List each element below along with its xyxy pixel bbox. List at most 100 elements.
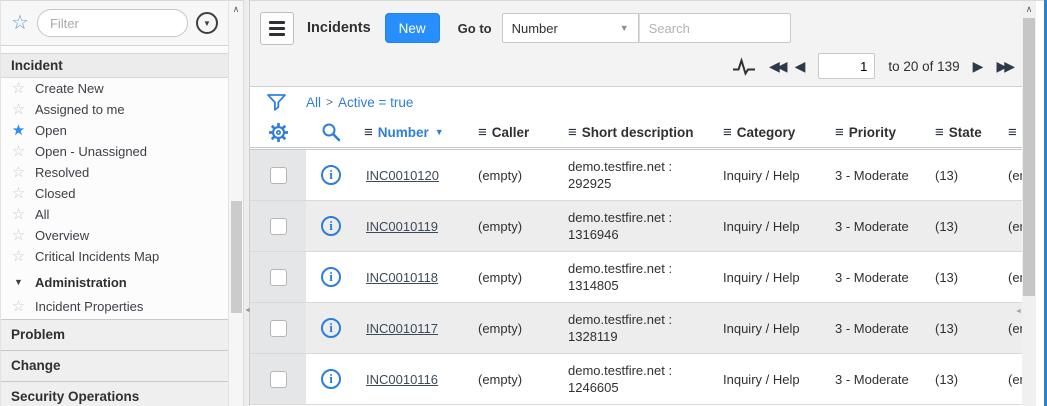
next-page-button[interactable]: ▶ bbox=[973, 59, 984, 73]
navigator-header: ☆ ▼ bbox=[1, 1, 228, 46]
incident-number-link[interactable]: INC0010118 bbox=[366, 270, 438, 285]
sort-descending-icon: ▼ bbox=[435, 127, 444, 137]
sidebar-item-all[interactable]: ☆ All bbox=[1, 204, 228, 225]
table-row: i INC0010116 (empty) demo.testfire.net :… bbox=[250, 354, 1022, 405]
record-preview-info-icon[interactable]: i bbox=[321, 369, 341, 389]
row-checkbox[interactable] bbox=[270, 218, 287, 235]
scroll-up-icon[interactable]: ∧ bbox=[229, 4, 243, 15]
sidebar-scrollbar-thumb[interactable] bbox=[231, 201, 242, 313]
row-checkbox[interactable] bbox=[270, 167, 287, 184]
filter-funnel-icon[interactable] bbox=[266, 93, 287, 112]
list-toolbar: Incidents New Go to Number ▼ ◀◀ ◀ to 20 … bbox=[250, 0, 1022, 87]
star-icon[interactable]: ☆ bbox=[11, 81, 26, 96]
sidebar-item-closed[interactable]: ☆ Closed bbox=[1, 183, 228, 204]
column-header-state[interactable]: ≡ State bbox=[927, 117, 1000, 147]
sidebar-section-change[interactable]: Change bbox=[1, 350, 228, 381]
sidebar-group-administration[interactable]: ▼ Administration bbox=[1, 271, 228, 293]
column-menu-icon[interactable]: ≡ bbox=[835, 124, 844, 141]
goto-field-value: Number bbox=[512, 21, 558, 36]
column-menu-icon[interactable]: ≡ bbox=[364, 124, 373, 141]
breadcrumb-condition-link[interactable]: Active = true bbox=[338, 95, 413, 110]
navigator-filter-input[interactable] bbox=[37, 9, 188, 37]
last-page-button[interactable]: ▶▶ bbox=[996, 59, 1012, 73]
star-icon[interactable]: ☆ bbox=[11, 228, 26, 243]
incident-number-link[interactable]: INC0010119 bbox=[366, 219, 438, 234]
pane-divider: ◄ bbox=[243, 0, 250, 406]
sidebar-item-label: Closed bbox=[35, 186, 75, 201]
column-menu-icon[interactable]: ≡ bbox=[568, 124, 577, 141]
priority-cell: 3 - Moderate bbox=[827, 354, 927, 404]
sidebar-item-label: Open bbox=[35, 123, 67, 138]
activity-stream-icon[interactable] bbox=[732, 57, 756, 76]
state-cell: (13) bbox=[927, 201, 1000, 251]
list-scrollbar[interactable]: ∧ bbox=[1022, 0, 1036, 406]
column-menu-icon[interactable]: ≡ bbox=[723, 124, 732, 141]
sidebar-section-security-operations[interactable]: Security Operations bbox=[1, 381, 228, 406]
scroll-up-icon[interactable]: ∧ bbox=[1022, 4, 1036, 15]
category-cell: Inquiry / Help bbox=[715, 201, 827, 251]
sidebar-item-critical-incidents-map[interactable]: ☆ Critical Incidents Map bbox=[1, 246, 228, 267]
record-preview-info-icon[interactable]: i bbox=[321, 216, 341, 236]
star-icon[interactable]: ☆ bbox=[11, 165, 26, 180]
sidebar-item-label: All bbox=[35, 207, 49, 222]
sidebar-section-problem[interactable]: Problem bbox=[1, 319, 228, 350]
pagination-range-text: to 20 of 139 bbox=[888, 59, 959, 74]
record-preview-info-icon[interactable]: i bbox=[321, 318, 341, 338]
sidebar-item-incident-properties[interactable]: ☆ Incident Properties bbox=[1, 296, 228, 317]
star-icon[interactable]: ☆ bbox=[11, 299, 26, 314]
list-search-button[interactable] bbox=[306, 117, 356, 147]
record-preview-info-icon[interactable]: i bbox=[321, 267, 341, 287]
sidebar-item-resolved[interactable]: ☆ Resolved bbox=[1, 162, 228, 183]
star-icon[interactable]: ☆ bbox=[11, 102, 26, 117]
sidebar-item-open[interactable]: ★ Open bbox=[1, 120, 228, 141]
incident-number-link[interactable]: INC0010120 bbox=[366, 168, 439, 183]
triangle-down-icon: ▼ bbox=[11, 277, 26, 287]
page-number-input[interactable] bbox=[818, 53, 875, 79]
list-scrollbar-thumb[interactable] bbox=[1023, 18, 1035, 296]
star-icon[interactable]: ☆ bbox=[11, 186, 26, 201]
collapse-right-pane-icon[interactable]: ◄ bbox=[1015, 308, 1022, 315]
column-menu-icon[interactable]: ≡ bbox=[935, 124, 944, 141]
column-menu-icon[interactable]: ≡ bbox=[478, 124, 487, 141]
sidebar-item-assigned-to-me[interactable]: ☆ Assigned to me bbox=[1, 99, 228, 120]
category-cell: Inquiry / Help bbox=[715, 252, 827, 302]
first-page-button[interactable]: ◀◀ bbox=[769, 59, 785, 73]
sidebar-scrollbar[interactable]: ∧ bbox=[228, 0, 243, 406]
new-button[interactable]: New bbox=[385, 13, 440, 43]
list-context-menu-button[interactable] bbox=[260, 12, 294, 45]
column-header-priority[interactable]: ≡ Priority bbox=[827, 117, 927, 147]
column-header-caller[interactable]: ≡ Caller bbox=[470, 117, 560, 147]
record-preview-info-icon[interactable]: i bbox=[321, 165, 341, 185]
row-checkbox[interactable] bbox=[270, 320, 287, 337]
clipped-cell: (empty) bbox=[1000, 252, 1022, 302]
breadcrumb-all-link[interactable]: All bbox=[306, 95, 321, 110]
caller-cell: (empty) bbox=[470, 252, 560, 302]
state-cell: (13) bbox=[927, 252, 1000, 302]
column-header-number[interactable]: ≡ Number ▼ bbox=[356, 117, 470, 147]
priority-cell: 3 - Moderate bbox=[827, 150, 927, 200]
column-header-category[interactable]: ≡ Category bbox=[715, 117, 827, 147]
star-icon[interactable]: ☆ bbox=[11, 249, 26, 264]
star-icon[interactable]: ☆ bbox=[11, 207, 26, 222]
navigator-options-button[interactable]: ▼ bbox=[196, 12, 218, 34]
chevron-down-icon: ▼ bbox=[203, 19, 211, 28]
goto-search-input[interactable] bbox=[639, 13, 791, 43]
previous-page-button[interactable]: ◀ bbox=[795, 59, 806, 73]
star-icon[interactable]: ☆ bbox=[11, 144, 26, 159]
row-checkbox[interactable] bbox=[270, 269, 287, 286]
goto-field-select[interactable]: Number ▼ bbox=[502, 13, 639, 43]
row-checkbox[interactable] bbox=[270, 371, 287, 388]
incident-number-link[interactable]: INC0010116 bbox=[366, 372, 438, 387]
breadcrumb: All > Active = true bbox=[306, 95, 413, 110]
star-filled-icon[interactable]: ★ bbox=[11, 123, 26, 138]
caller-cell: (empty) bbox=[470, 354, 560, 404]
sidebar-item-overview[interactable]: ☆ Overview bbox=[1, 225, 228, 246]
favorites-star-icon[interactable]: ☆ bbox=[11, 13, 29, 33]
column-header-clipped[interactable]: ≡ bbox=[1000, 117, 1022, 147]
sidebar-item-create-new[interactable]: ☆ Create New bbox=[1, 78, 228, 99]
incident-number-link[interactable]: INC0010117 bbox=[366, 321, 438, 336]
sidebar-item-open-unassigned[interactable]: ☆ Open - Unassigned bbox=[1, 141, 228, 162]
column-header-short-description[interactable]: ≡ Short description bbox=[560, 117, 715, 147]
personalize-list-gear[interactable] bbox=[250, 117, 306, 147]
column-menu-icon[interactable]: ≡ bbox=[1008, 124, 1017, 141]
